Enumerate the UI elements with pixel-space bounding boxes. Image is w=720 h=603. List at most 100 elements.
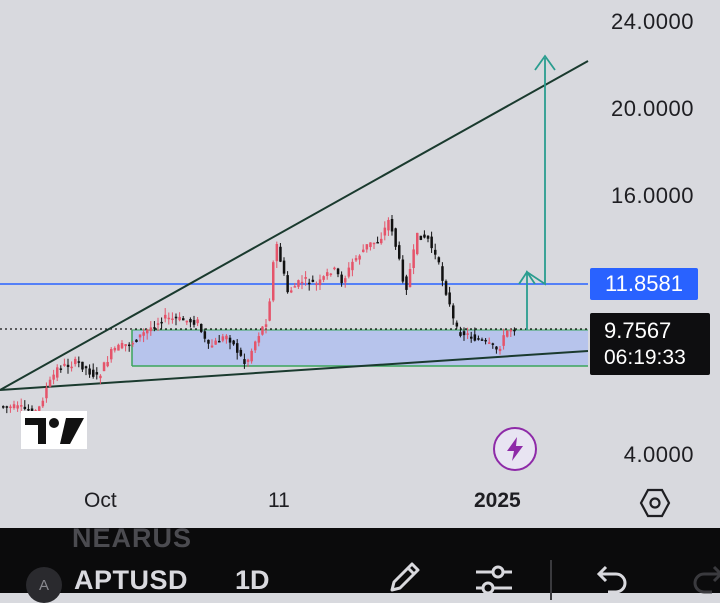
candle-body [455,322,459,327]
undo-icon[interactable] [590,558,630,598]
candle-body [466,333,469,335]
candle-body [20,405,23,407]
candle-body [196,319,199,324]
candle-body [117,344,120,351]
candle-body [243,359,246,364]
candle-body [99,375,102,379]
candle-body [322,276,325,280]
candle-body [5,406,9,408]
candle-body [142,332,145,336]
candle-body [88,368,91,375]
candle-body [351,261,354,271]
candle-body [56,367,59,378]
candle-body [228,337,232,343]
target-arrow[interactable] [526,58,546,330]
horizontal-line-price-tag[interactable]: 11.8581 [590,268,698,300]
pencil-icon[interactable] [384,558,424,598]
candle-body [416,232,419,255]
flash-icon [507,437,523,461]
symbol-avatar[interactable]: A [26,567,62,603]
candle-body [268,301,271,321]
candle-body [344,278,347,283]
candle-body [398,245,401,259]
candle-body [437,257,441,263]
price-chart[interactable] [0,0,720,528]
candle-body [110,349,113,360]
candle-body [182,318,185,321]
candle-body [102,362,106,372]
candle-body [160,321,163,324]
candle-body [502,335,505,346]
candle-body [246,359,250,362]
candle-body [488,342,491,344]
candle-body [365,244,369,250]
candle-body [272,262,275,301]
candle-body [358,255,361,260]
current-price-value: 9.7567 [604,318,672,343]
candle-body [380,238,383,244]
candle-body [149,327,153,332]
candle-body [387,219,390,231]
candle-body [146,329,149,334]
sliders-icon[interactable] [474,558,514,598]
candle-body [66,364,70,368]
candle-body [257,336,261,343]
candle-body [401,259,405,282]
candle-body [408,269,412,288]
candle-body [178,316,181,321]
candle-body [203,331,207,339]
candle-body [81,361,84,370]
candle-body [308,282,311,285]
candle-body [394,228,397,247]
candle-body [405,276,408,290]
candle-body [452,305,455,319]
candle-body [318,279,322,286]
hexagon-settings-icon[interactable] [638,486,672,520]
candle-body [210,345,214,348]
candle-body [77,361,81,363]
demand-zone[interactable] [132,330,588,366]
candle-body [74,358,77,365]
candle-body [41,400,45,407]
candle-body [250,350,253,362]
candle-body [462,331,466,336]
candle-body [185,320,189,323]
price-label-4: 4.0000 [623,442,694,467]
candle-body [470,336,473,339]
candle-body [444,281,448,295]
price-label-16: 16.0000 [610,183,694,208]
interval-button[interactable]: 1D [235,565,270,596]
candle-body [189,318,192,323]
tradingview-logo-icon[interactable] [20,410,88,450]
candle-body [473,334,477,341]
candle-body [171,318,174,321]
candle-body [236,343,239,353]
candle-body [264,324,268,327]
candle-body [95,372,99,375]
candle-body [290,290,293,293]
candle-body [221,336,225,341]
candle-body [372,242,376,245]
candle-body [282,260,286,274]
candle-body [106,361,109,367]
candle-body [513,329,516,332]
candle-body [326,272,329,276]
candle-body [135,339,138,343]
candle-body [480,339,484,341]
candle-body [383,227,387,236]
candle-body [254,341,257,351]
symbol-search-button[interactable]: APTUSD [74,565,188,596]
previous-symbol-ghost: NEARUS [72,523,193,553]
candle-body [369,242,372,248]
candle-body [506,330,509,337]
candle-body [423,234,426,238]
candle-body [329,273,333,276]
redo-icon[interactable] [690,558,720,598]
flash-button[interactable] [493,427,537,471]
candle-body [164,314,167,319]
candle-body [113,347,117,351]
candle-body [131,342,135,345]
chart-area[interactable]: 24.0000 20.0000 16.0000 4.0000 11.8581 9… [0,0,720,528]
candle-body [311,279,315,282]
candle-body [275,244,279,262]
